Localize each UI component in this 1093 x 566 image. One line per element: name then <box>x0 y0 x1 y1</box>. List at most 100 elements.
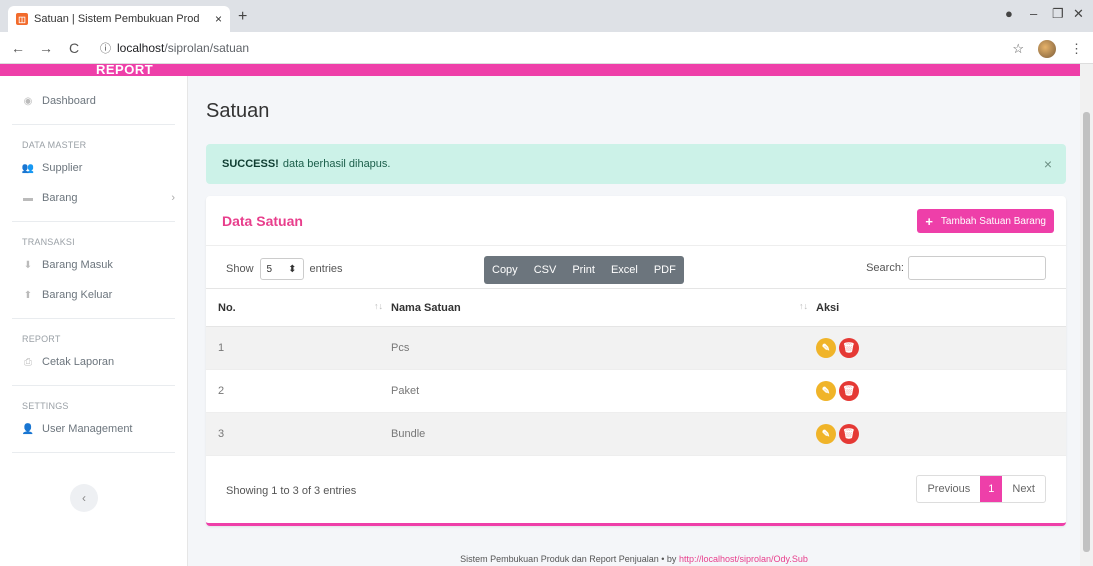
copy-button[interactable]: Copy <box>484 256 526 284</box>
sidebar-item-user-management[interactable]: 👤 User Management <box>0 414 187 444</box>
print-button[interactable]: Print <box>564 256 603 284</box>
sidebar-item-label: Dashboard <box>42 95 96 107</box>
column-header-no[interactable]: No. ↑↓ <box>206 288 391 327</box>
sort-icon: ↑↓ <box>374 301 383 311</box>
scrollbar-thumb[interactable] <box>1083 112 1090 552</box>
sidebar-item-label: User Management <box>42 423 133 435</box>
browser-tab-bar: ◫ Satuan | Sistem Pembukuan Prod × + ● –… <box>0 0 1093 32</box>
cell-no: 1 <box>206 326 391 370</box>
footer-text: Sistem Pembukuan Produk dan Report Penju… <box>460 554 679 564</box>
profile-avatar[interactable] <box>1038 40 1056 58</box>
sidebar-item-barang-keluar[interactable]: ⬆ Barang Keluar <box>0 280 187 310</box>
edit-icon[interactable]: ✎ <box>816 338 836 358</box>
search-input[interactable] <box>908 256 1046 280</box>
trash-icon[interactable]: 🗑 <box>839 338 859 358</box>
sidebar-item-cetak-laporan[interactable]: ⎙ Cetak Laporan <box>0 347 187 377</box>
user-plus-icon: 👤 <box>21 423 35 435</box>
card-title: Data Satuan <box>222 212 303 229</box>
pagination-info: Showing 1 to 3 of 3 entries <box>226 485 357 497</box>
page-length-control: Show 5 ⬍ entries <box>226 258 343 280</box>
excel-button[interactable]: Excel <box>603 256 646 284</box>
sidebar-item-dashboard[interactable]: ◉ Dashboard <box>0 86 187 116</box>
url-host: localhost <box>117 40 165 55</box>
bookmark-star-icon[interactable]: ☆ <box>1012 41 1024 57</box>
page-1-button[interactable]: 1 <box>980 476 1003 502</box>
table-row: 2 Paket ✎ 🗑 <box>206 369 1066 413</box>
sidebar-heading-settings: SETTINGS <box>22 401 69 411</box>
sidebar-item-barang[interactable]: ▬ Barang › <box>0 183 187 213</box>
data-card: Data Satuan + Tambah Satuan Barang Show … <box>206 196 1066 526</box>
profile-circle-icon[interactable]: ● <box>1005 6 1013 21</box>
show-label: Show <box>226 263 254 275</box>
page-length-select[interactable]: 5 ⬍ <box>259 258 304 280</box>
add-unit-button[interactable]: + Tambah Satuan Barang <box>917 209 1054 233</box>
header-label: Aksi <box>816 301 840 314</box>
column-header-aksi: Aksi <box>816 288 1066 327</box>
url-path: /siprolan/satuan <box>164 40 250 55</box>
alert-close-button[interactable]: × <box>1044 156 1052 172</box>
forward-icon[interactable]: → <box>36 40 56 56</box>
app-favicon-icon: ◫ <box>16 13 28 25</box>
search-label: Search: <box>866 262 904 274</box>
table-row: 1 Pcs ✎ 🗑 <box>206 326 1066 370</box>
cell-nama: Bundle <box>391 412 816 456</box>
page-footer: Sistem Pembukuan Produk dan Report Penju… <box>188 554 1080 564</box>
page-title: Satuan <box>206 100 270 122</box>
card-footer: Showing 1 to 3 of 3 entries Previous 1 N… <box>206 459 1066 523</box>
sort-icon: ↑↓ <box>799 301 808 311</box>
column-header-nama[interactable]: Nama Satuan ↑↓ <box>391 288 816 327</box>
new-tab-button[interactable]: + <box>238 8 247 26</box>
tab-title: Satuan | Sistem Pembukuan Prod <box>34 13 200 25</box>
sidebar-heading-report: REPORT <box>22 334 61 344</box>
sidebar-collapse-button[interactable]: ‹ <box>70 484 98 512</box>
alert-strong: SUCCESS! <box>222 158 279 170</box>
cell-no: 2 <box>206 369 391 413</box>
cell-no: 3 <box>206 412 391 456</box>
minimize-icon[interactable]: – <box>1030 6 1037 21</box>
pdf-button[interactable]: PDF <box>646 256 684 284</box>
export-button-group: Copy CSV Print Excel PDF <box>484 256 684 284</box>
download-icon: ⬇ <box>23 259 33 271</box>
cell-nama: Pcs <box>391 326 816 370</box>
next-button[interactable]: Next <box>1002 476 1045 502</box>
footer-link[interactable]: http://localhost/siprolan/Ody.Sub <box>679 554 808 564</box>
tab-close-icon[interactable]: × <box>215 12 222 26</box>
sidebar-divider <box>12 385 175 386</box>
sidebar-heading-transaksi: TRANSAKSI <box>22 237 75 247</box>
add-unit-label: Tambah Satuan Barang <box>940 215 1046 227</box>
info-icon[interactable]: ⓘ <box>100 40 111 56</box>
close-window-icon[interactable]: ✕ <box>1073 6 1084 22</box>
table-controls: Show 5 ⬍ entries Copy CSV Print Excel PD… <box>206 246 1066 288</box>
trash-icon[interactable]: 🗑 <box>839 424 859 444</box>
url-field[interactable]: ⓘ localhost/siprolan/satuan <box>100 40 249 56</box>
previous-button[interactable]: Previous <box>917 476 980 502</box>
plus-icon: + <box>925 213 933 229</box>
sidebar-item-label: Cetak Laporan <box>42 356 115 368</box>
card-header: Data Satuan + Tambah Satuan Barang <box>206 196 1066 246</box>
sidebar-item-barang-masuk[interactable]: ⬇ Barang Masuk <box>0 250 187 280</box>
sidebar-item-supplier[interactable]: 👥 Supplier <box>0 153 187 183</box>
address-bar: ← → C ⓘ localhost/siprolan/satuan ☆ ⋮ <box>0 32 1093 64</box>
brand-label: REPORT <box>96 62 154 77</box>
restore-icon[interactable]: ❐ <box>1052 6 1064 22</box>
header-label: Nama Satuan <box>391 301 461 314</box>
back-icon[interactable]: ← <box>8 40 28 56</box>
chevron-right-icon: › <box>171 192 175 204</box>
sidebar-divider <box>12 452 175 453</box>
table-header-row: No. ↑↓ Nama Satuan ↑↓ Aksi <box>206 288 1066 327</box>
sidebar-divider <box>12 124 175 125</box>
browser-tab[interactable]: ◫ Satuan | Sistem Pembukuan Prod × <box>8 6 230 32</box>
chevron-left-icon: ‹ <box>82 491 86 505</box>
page-scrollbar[interactable] <box>1080 64 1093 566</box>
edit-icon[interactable]: ✎ <box>816 424 836 444</box>
reload-icon[interactable]: C <box>64 40 84 56</box>
page-length-value: 5 <box>266 263 273 275</box>
sidebar-item-label: Supplier <box>42 162 83 174</box>
trash-icon[interactable]: 🗑 <box>839 381 859 401</box>
csv-button[interactable]: CSV <box>526 256 565 284</box>
sidebar-item-label: Barang Keluar <box>42 289 113 301</box>
more-menu-icon[interactable]: ⋮ <box>1070 41 1083 57</box>
table-row: 3 Bundle ✎ 🗑 <box>206 412 1066 456</box>
app-top-strip <box>0 64 1093 76</box>
edit-icon[interactable]: ✎ <box>816 381 836 401</box>
